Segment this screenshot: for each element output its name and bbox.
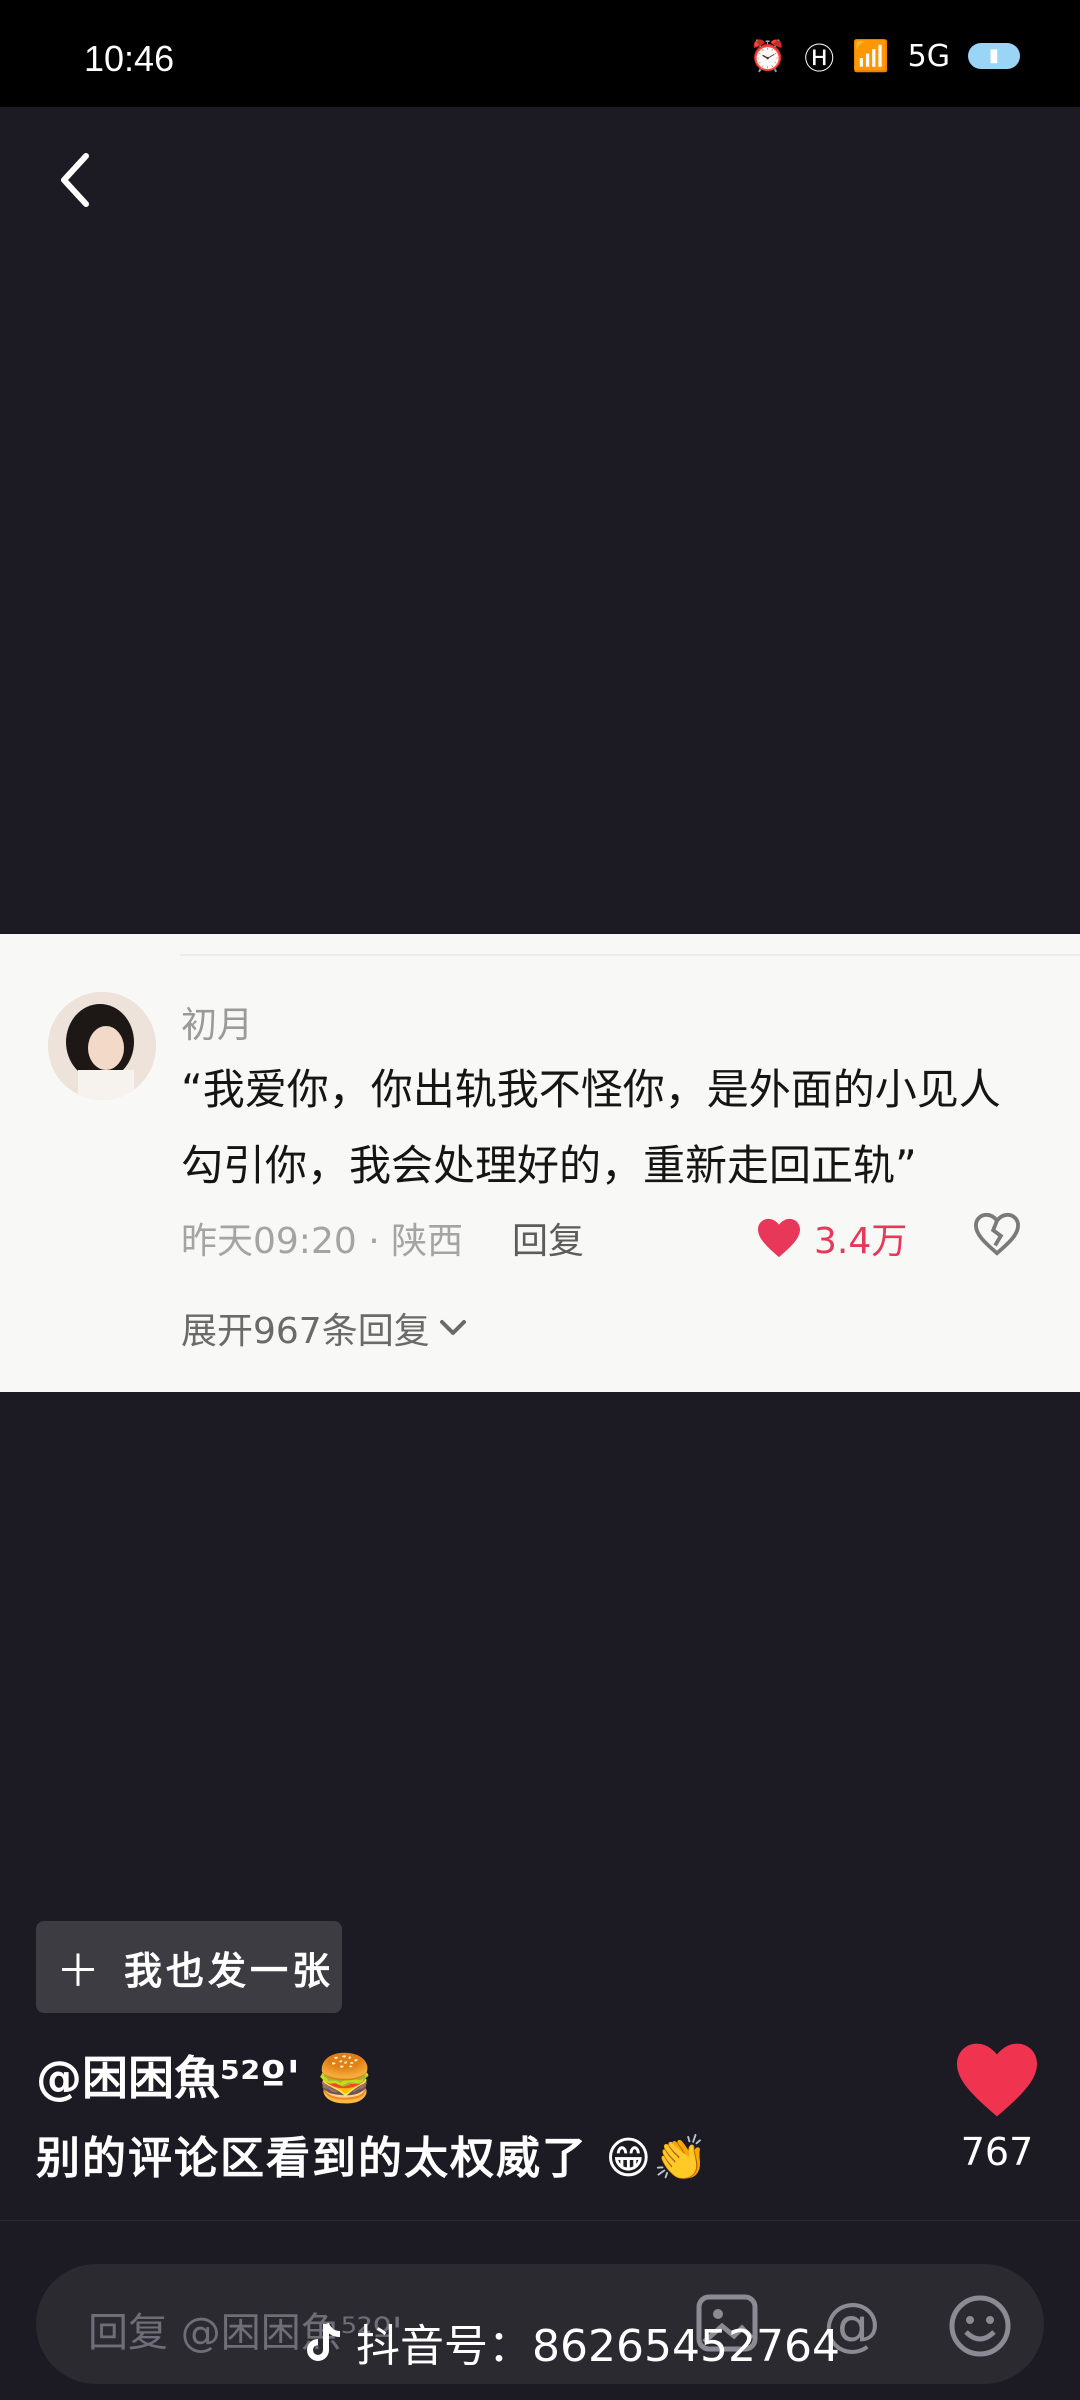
plus-icon: ＋ xyxy=(56,1946,100,1997)
grin-emoji: 😁 xyxy=(605,2133,654,2184)
status-bar: 10:46 ⏰ Ⓗ 📶 5G ▮ xyxy=(0,0,1080,107)
comment-time-location: 昨天09:20 · 陕西 xyxy=(181,1221,464,1262)
wifi-icon: 📶 xyxy=(852,38,890,74)
smiley-icon xyxy=(949,2295,1011,2357)
comment-username[interactable]: 初月 xyxy=(181,996,253,1048)
divider xyxy=(0,2220,1080,2221)
clap-emoji: 👏 xyxy=(653,2133,710,2184)
heart-icon xyxy=(957,2043,1037,2117)
post-like-button[interactable]: 767 xyxy=(950,2040,1044,2174)
status-icons: ⏰ Ⓗ 📶 5G ▮ xyxy=(749,34,1020,78)
comment-like-count: 3.4万 xyxy=(814,1221,908,1262)
reply-button[interactable]: 回复 xyxy=(512,1212,584,1264)
chevron-left-icon xyxy=(61,153,89,207)
comment-text: “我爱你，你出轨我不怪你，是外面的小见人勾引你，我会处理好的，重新走回正轨” xyxy=(181,1065,1001,1190)
expand-replies[interactable]: 展开967条回复 xyxy=(181,1302,468,1354)
battery-icon: ▮ xyxy=(968,43,1020,69)
alarm-icon: ⏰ xyxy=(748,38,787,74)
author-name: @困困魚⁵²º' xyxy=(36,2051,301,2105)
avatar[interactable] xyxy=(48,992,156,1100)
status-time: 10:46 xyxy=(84,38,175,79)
expand-replies-label: 展开967条回复 xyxy=(181,1311,430,1352)
hd-icon: Ⓗ xyxy=(804,42,835,77)
caption-text: 别的评论区看到的太权威了 xyxy=(36,2133,588,2184)
post-one-button[interactable]: ＋ 我也发一张 xyxy=(36,1921,342,2013)
comment-like-button[interactable]: 3.4万 xyxy=(756,1212,907,1264)
dislike-button[interactable] xyxy=(973,1212,1021,1260)
post-one-label: 我也发一张 xyxy=(124,1948,335,1993)
back-button[interactable] xyxy=(52,150,102,210)
burger-emoji: 🍔 xyxy=(316,2051,374,2105)
post-caption: 别的评论区看到的太权威了 😁👏 xyxy=(36,2122,710,2186)
chevron-down-icon xyxy=(439,1320,466,1335)
avatar-image xyxy=(48,992,156,1100)
douyin-id: 抖音号：86265452764 xyxy=(356,2321,840,2372)
douyin-logo-icon xyxy=(307,2322,341,2361)
post-like-count: 767 xyxy=(960,2130,1034,2174)
broken-heart-icon xyxy=(973,1212,1021,1256)
douyin-watermark: 抖音号：86265452764 xyxy=(306,2310,840,2374)
post-author[interactable]: @困困魚⁵²º' 🍔 xyxy=(36,2042,374,2108)
divider xyxy=(180,954,1080,956)
emoji-button[interactable] xyxy=(948,2294,1012,2362)
network-type: 5G xyxy=(907,38,950,74)
heart-icon xyxy=(758,1218,800,1258)
